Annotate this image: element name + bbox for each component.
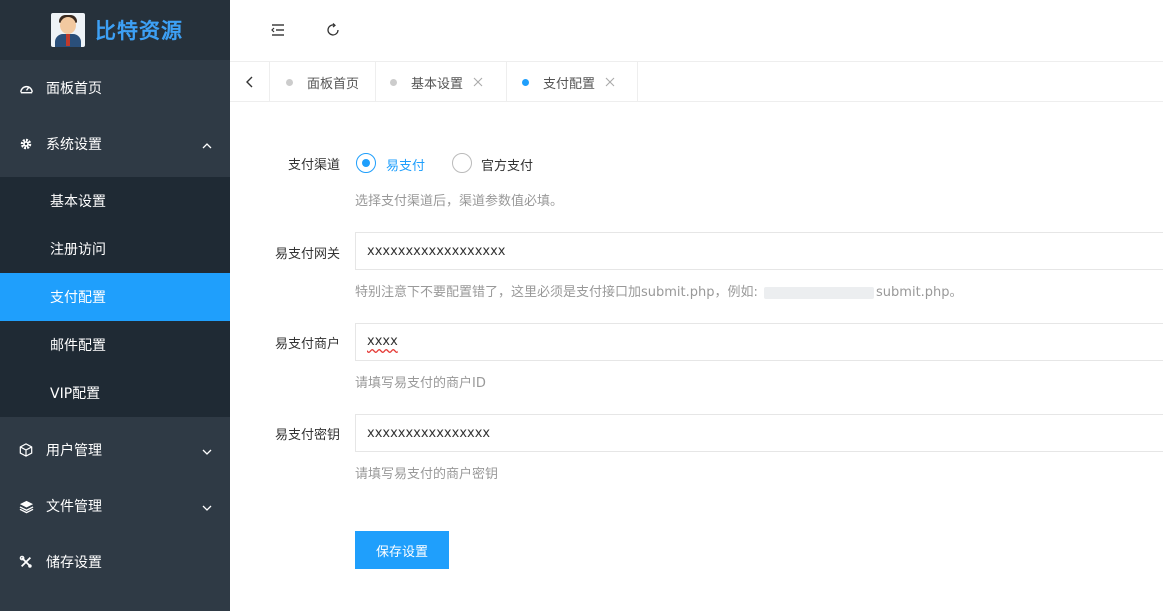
chevron-left-icon <box>245 76 252 88</box>
refresh-icon <box>327 23 339 36</box>
sidebar-subitem-payment-config[interactable]: 支付配置 <box>0 273 230 321</box>
chevron-up-icon <box>202 139 212 149</box>
payment-channel-hint: 选择支付渠道后，渠道参数值必填。 <box>355 194 564 209</box>
sidebar-item-label: 面板首页 <box>46 81 102 97</box>
sidebar-item-storage-settings[interactable]: 储存设置 <box>0 534 230 590</box>
secret-hint: 请填写易支付的商户密钥 <box>355 467 499 482</box>
sidebar-subitem-label: 基本设置 <box>50 194 106 210</box>
logo-avatar-icon <box>51 13 85 47</box>
sidebar-item-dashboard[interactable]: 面板首页 <box>0 60 230 116</box>
chevron-down-icon <box>202 501 212 511</box>
gateway-hint-prefix: 特别注意下不要配置错了，这里必须是支付接口加submit.php，例如: <box>355 285 763 300</box>
tab-status-dot <box>286 78 293 86</box>
sidebar-item-user-management[interactable]: 用户管理 <box>0 422 230 478</box>
sidebar-subitem-vip-config[interactable]: VIP配置 <box>0 369 230 417</box>
sidebar-subitem-label: VIP配置 <box>50 386 101 402</box>
close-icon[interactable] <box>473 77 483 87</box>
sidebar-subitem-mail-config[interactable]: 邮件配置 <box>0 321 230 369</box>
merchant-input-value: xxxx <box>367 334 398 349</box>
tab-payment-config[interactable]: 支付配置 <box>507 62 638 102</box>
tab-status-dot <box>522 78 529 86</box>
gateway-hint-suffix: submit.php。 <box>876 285 963 300</box>
collapse-menu-button[interactable] <box>266 18 290 42</box>
sidebar-item-label: 储存设置 <box>46 555 102 571</box>
chevron-down-icon <box>202 445 212 455</box>
sidebar-item-file-management[interactable]: 文件管理 <box>0 478 230 534</box>
refresh-button[interactable] <box>321 18 345 42</box>
logo[interactable]: 比特资源 <box>0 0 230 60</box>
payment-channel-label: 支付渠道 <box>287 158 340 173</box>
radio-official-pay-label[interactable]: 官方支付 <box>481 155 533 174</box>
merchant-label: 易支付商户 <box>274 337 340 352</box>
tabs-scroll-left-button[interactable] <box>230 62 270 102</box>
redacted-url <box>764 286 875 299</box>
dashboard-icon <box>18 80 34 96</box>
save-settings-button[interactable]: 保存设置 <box>355 531 449 569</box>
merchant-hint: 请填写易支付的商户ID <box>355 376 486 391</box>
sidebar: 比特资源 面板首页 系统设置 基本设置 注册访问 支付配置 邮件配置 VIP配置… <box>0 0 230 611</box>
cube-icon <box>18 442 34 458</box>
merchant-input[interactable]: xxxx <box>355 323 1163 361</box>
secret-label: 易支付密钥 <box>274 428 340 443</box>
logo-text: 比特资源 <box>95 19 183 43</box>
tab-status-dot <box>390 78 397 86</box>
sidebar-item-system-settings[interactable]: 系统设置 <box>0 116 230 172</box>
radio-epay[interactable] <box>356 153 376 173</box>
sidebar-item-label: 文件管理 <box>46 499 102 515</box>
sidebar-item-label: 用户管理 <box>46 443 102 459</box>
tabs-bar: 面板首页 基本设置 支付配置 <box>230 61 1163 102</box>
close-icon[interactable] <box>605 77 615 87</box>
tools-icon <box>18 554 34 570</box>
radio-official-pay[interactable] <box>452 153 472 173</box>
tab-basic-settings[interactable]: 基本设置 <box>376 62 507 102</box>
indent-icon <box>271 24 284 36</box>
gateway-input[interactable] <box>355 232 1163 270</box>
gear-icon <box>18 136 34 152</box>
tab-label: 面板首页 <box>307 76 360 92</box>
sidebar-subitem-label: 注册访问 <box>50 242 106 258</box>
tab-label: 支付配置 <box>543 76 596 92</box>
sidebar-item-label: 系统设置 <box>46 137 102 153</box>
tab-label: 基本设置 <box>411 76 464 92</box>
gateway-label: 易支付网关 <box>274 247 340 262</box>
sidebar-subitem-register-access[interactable]: 注册访问 <box>0 225 230 273</box>
sidebar-subitem-label: 邮件配置 <box>50 338 106 354</box>
tab-dashboard[interactable]: 面板首页 <box>271 62 376 102</box>
top-header <box>230 0 1163 60</box>
sidebar-subitem-label: 支付配置 <box>50 290 106 306</box>
layers-icon <box>18 498 34 514</box>
sidebar-subitem-basic-settings[interactable]: 基本设置 <box>0 177 230 225</box>
secret-input[interactable] <box>355 414 1163 452</box>
radio-epay-label[interactable]: 易支付 <box>386 155 425 174</box>
gateway-hint: 特别注意下不要配置错了，这里必须是支付接口加submit.php，例如: sub… <box>355 281 963 300</box>
